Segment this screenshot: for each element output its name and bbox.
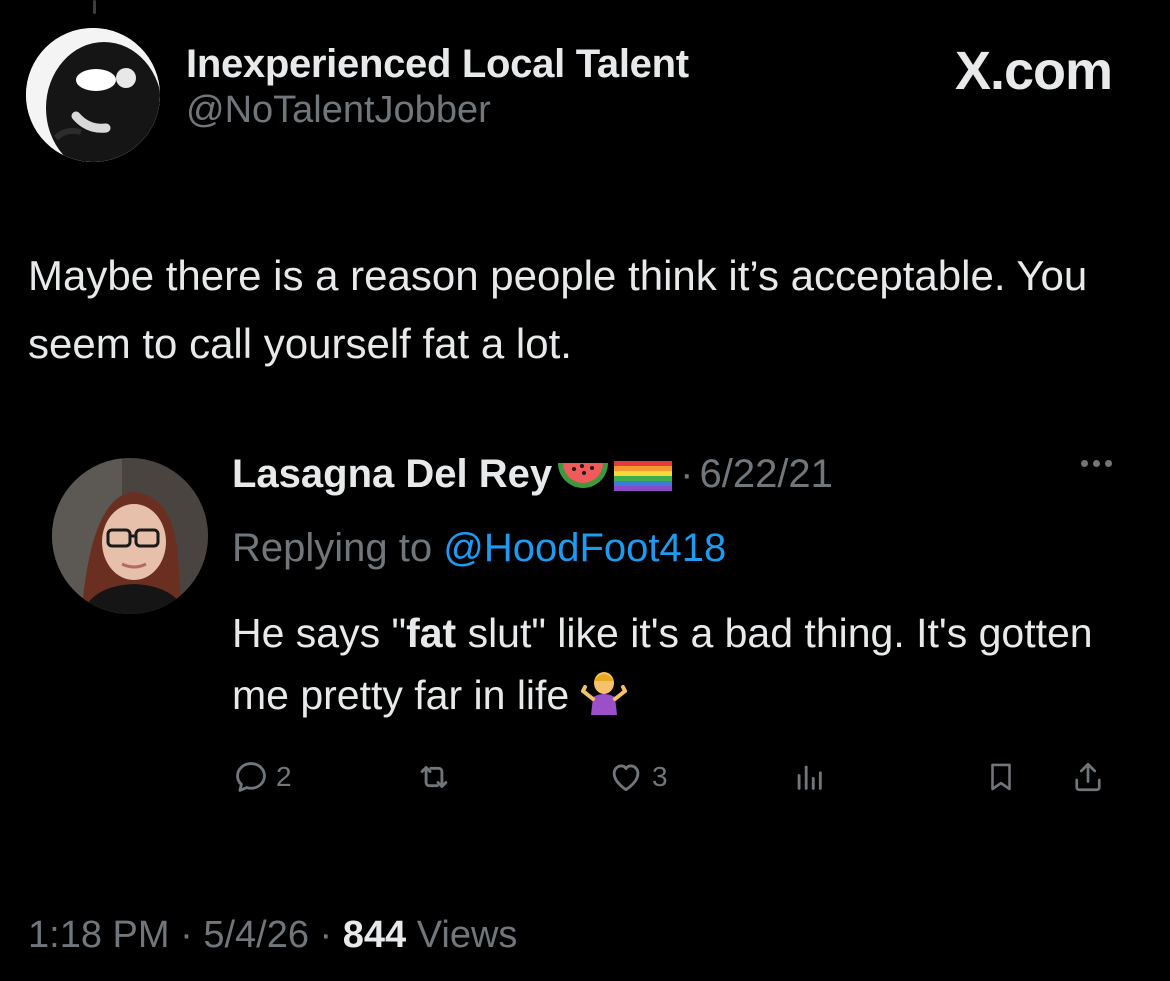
post-time[interactable]: 1:18 PM [28, 914, 170, 956]
quoted-author-avatar[interactable] [52, 458, 208, 614]
views-count: 844 [342, 914, 407, 956]
replying-prefix: Replying to [232, 526, 433, 570]
meta-separator: · [319, 914, 333, 956]
replying-to-line: Replying to @HoodFoot418 [232, 526, 726, 571]
quoted-text-part1: He says " [232, 610, 407, 656]
meta-separator: · [180, 914, 193, 956]
quoted-action-bar: 2 3 [232, 758, 1112, 808]
quoted-date[interactable]: 6/22/21 [699, 452, 832, 497]
like-count: 3 [652, 761, 668, 792]
avatar-mask [26, 28, 160, 162]
share-icon [1075, 762, 1101, 792]
quoted-text: He says "fat slut" like it's a bad thing… [232, 602, 1132, 726]
share-action[interactable] [1070, 758, 1106, 796]
post-meta: 1:18 PM · 5/4/26 · 844 Views [28, 914, 517, 957]
author-name[interactable]: Inexperienced Local Talent [186, 42, 689, 87]
post-date[interactable]: 5/4/26 [203, 914, 309, 956]
retweet-icon [420, 766, 448, 788]
brand-watermark: X.com [954, 41, 1113, 101]
retweet-action[interactable] [414, 758, 454, 796]
bookmark-action[interactable] [984, 758, 1018, 796]
shrug-emoji [580, 672, 628, 715]
quoted-post[interactable]: Lasagna Del Rey · 6/22/21 Replying to @H… [0, 440, 1170, 820]
analytics-icon [797, 765, 822, 790]
thread-connector [93, 0, 96, 14]
author-avatar[interactable] [26, 28, 160, 162]
post-text: Maybe there is a reason people think it’… [28, 252, 1088, 367]
reply-count: 2 [276, 761, 292, 792]
date-separator: · [680, 452, 694, 496]
quoted-text-bold: fat [406, 610, 457, 656]
replying-handle-link[interactable]: @HoodFoot418 [443, 526, 726, 570]
watermelon-emoji [558, 462, 609, 488]
like-icon [612, 764, 640, 792]
bookmark-icon [991, 763, 1011, 791]
views-label: Views [416, 914, 518, 956]
author-handle[interactable]: @NoTalentJobber [186, 89, 689, 132]
reply-icon [236, 762, 266, 792]
quoted-author-name[interactable]: Lasagna Del Rey [232, 452, 552, 497]
like-action[interactable]: 3 [606, 758, 668, 796]
reply-action[interactable]: 2 [232, 758, 292, 796]
analytics-action[interactable] [792, 758, 826, 796]
more-dots-icon[interactable] [1081, 460, 1112, 467]
avatar-person [52, 458, 208, 614]
rainbow-flag-emoji [614, 460, 673, 491]
